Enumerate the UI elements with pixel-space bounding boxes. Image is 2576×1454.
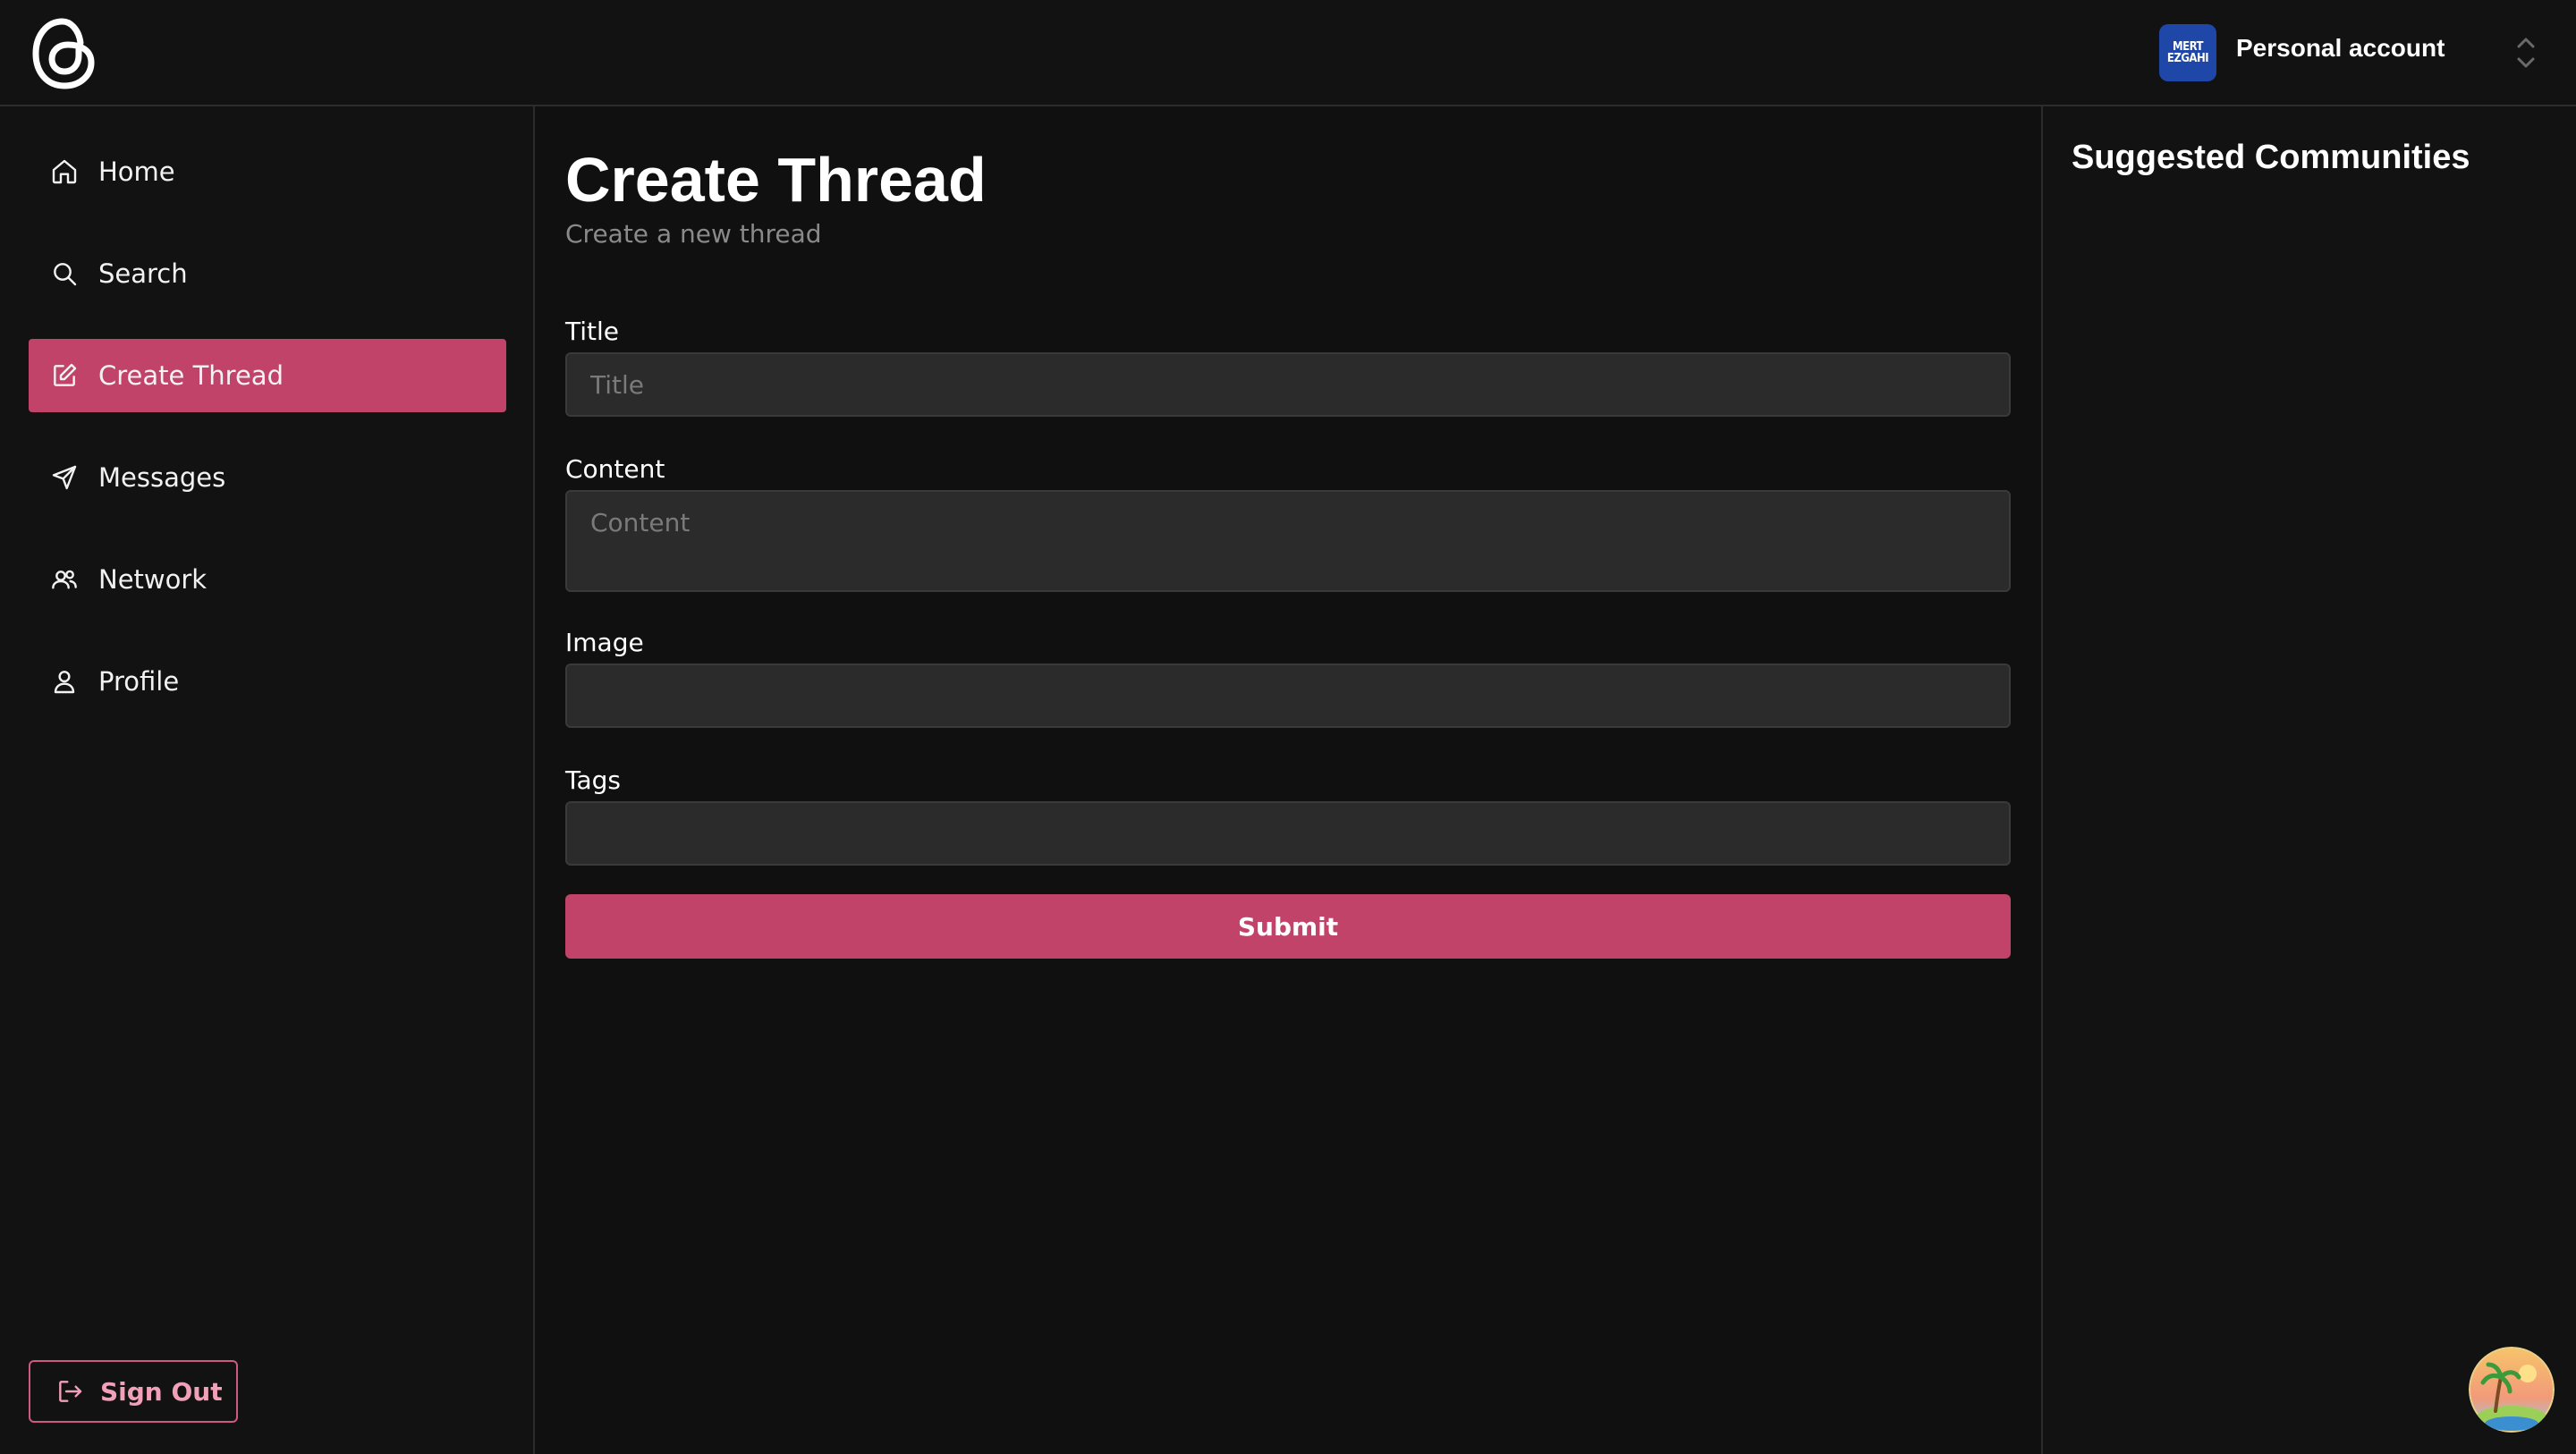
image-label: Image: [565, 628, 644, 657]
account-switcher[interactable]: MERT EZGAHI Personal account: [2111, 0, 2576, 106]
main-content: Create Thread Create a new thread Title …: [535, 106, 2041, 1454]
account-avatar: MERT EZGAHI: [2159, 24, 2216, 81]
content-textarea[interactable]: [565, 490, 2011, 592]
sidebar-item-label: Messages: [98, 462, 226, 493]
sidebar-item-search[interactable]: Search: [29, 237, 506, 310]
sidebar-item-label: Profile: [98, 666, 180, 697]
users-icon: [48, 563, 80, 596]
avatar-text-line-2: EZGAHI: [2166, 52, 2209, 65]
title-label: Title: [565, 317, 620, 346]
search-icon: [48, 258, 80, 290]
account-name: Personal account: [2236, 34, 2445, 62]
sign-out-label: Sign Out: [100, 1376, 223, 1407]
sidebar-item-label: Create Thread: [98, 360, 284, 391]
suggested-communities-title: Suggested Communities: [2072, 139, 2470, 176]
sidebar-item-profile[interactable]: Profile: [29, 645, 506, 718]
submit-button[interactable]: Submit: [565, 894, 2011, 959]
home-icon: [48, 156, 80, 188]
sidebar-item-label: Search: [98, 258, 188, 289]
tags-label: Tags: [565, 765, 621, 795]
send-icon: [48, 461, 80, 494]
right-sidebar: Suggested Communities: [2041, 106, 2576, 1454]
beach-avatar-icon: [2469, 1347, 2555, 1433]
sidebar-item-messages[interactable]: Messages: [29, 441, 506, 514]
title-input[interactable]: [565, 352, 2011, 417]
sidebar-item-label: Network: [98, 564, 208, 595]
sidebar-item-label: Home: [98, 156, 175, 187]
image-input[interactable]: [565, 664, 2011, 728]
top-bar: MERT EZGAHI Personal account: [0, 0, 2576, 106]
logout-icon: [54, 1375, 86, 1408]
sign-out-button[interactable]: Sign Out: [29, 1360, 238, 1423]
left-sidebar: Home Search Create Thread Messages Netwo…: [0, 106, 535, 1454]
page-subtitle: Create a new thread: [565, 219, 822, 249]
floating-avatar-button[interactable]: [2469, 1347, 2555, 1433]
threads-logo-icon[interactable]: [30, 16, 98, 91]
user-icon: [48, 665, 80, 697]
tags-input[interactable]: [565, 801, 2011, 866]
sidebar-item-create-thread[interactable]: Create Thread: [29, 339, 506, 412]
chevron-up-down-icon[interactable]: [2510, 32, 2542, 73]
sidebar-item-network[interactable]: Network: [29, 543, 506, 616]
page-title: Create Thread: [565, 145, 987, 215]
content-label: Content: [565, 454, 665, 484]
edit-icon: [48, 359, 80, 392]
sidebar-item-home[interactable]: Home: [29, 135, 506, 208]
